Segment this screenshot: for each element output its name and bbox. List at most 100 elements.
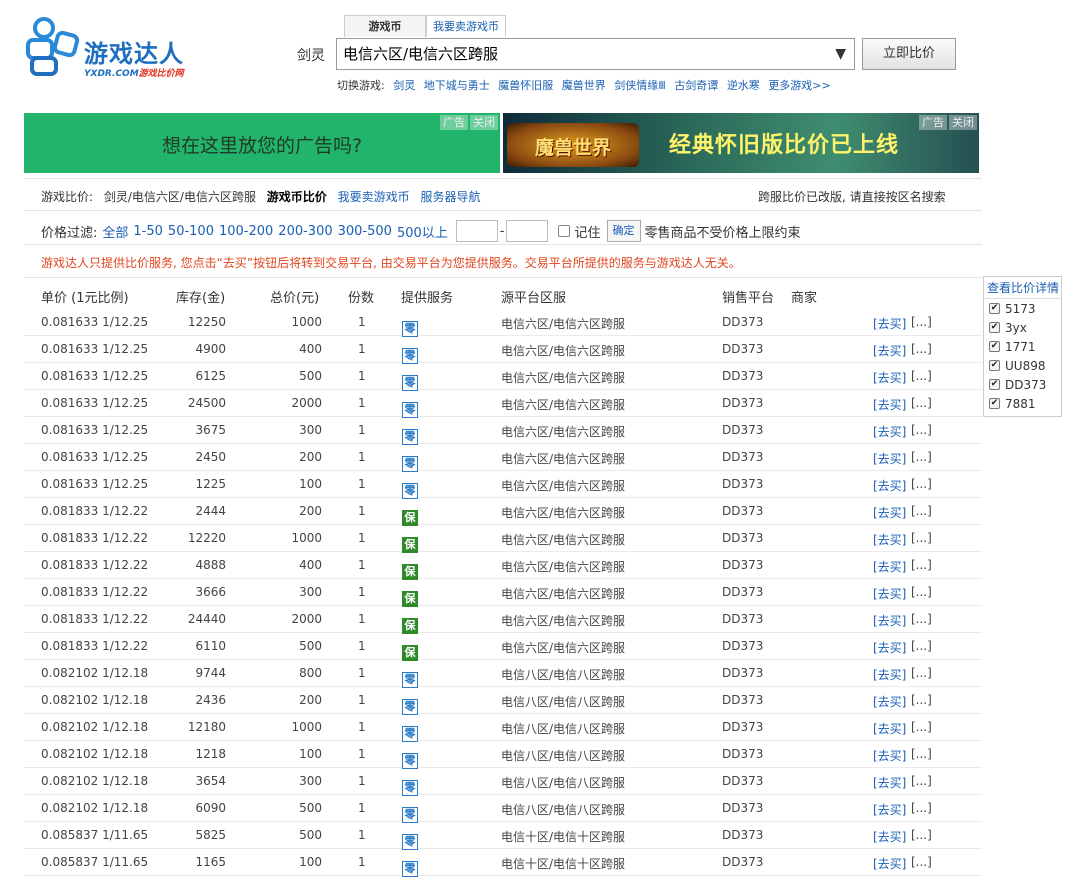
retail-badge-icon: 零 [402,321,418,337]
table-row: 0.081633 1/12.251225010001商零电信六区/电信六区跨服D… [24,309,982,337]
platform-filter-item[interactable]: ✔ 5173 [984,299,1061,318]
cell-platform: DD373 [722,396,764,410]
more-link[interactable]: [...] [911,396,932,410]
buy-link[interactable]: [去买] [873,639,906,656]
ad-close-button[interactable]: 关闭 [949,115,977,130]
more-link[interactable]: [...] [911,720,932,734]
platform-checkbox[interactable]: ✔ [989,398,1000,409]
more-link[interactable]: [...] [911,801,932,815]
buy-link[interactable]: [去买] [873,720,906,737]
more-link[interactable]: [...] [911,315,932,329]
more-link[interactable]: [...] [911,423,932,437]
platform-checkbox[interactable]: ✔ [989,360,1000,371]
compare-now-button[interactable]: 立即比价 [862,38,956,70]
ad-banner-right[interactable]: 魔兽世界 经典怀旧版比价已上线 广告 关闭 [503,113,979,173]
more-link[interactable]: [...] [911,369,932,383]
platform-filter-item[interactable]: ✔ 1771 [984,337,1061,356]
filter-option[interactable]: 200-300 [278,224,332,239]
cell-total: 100 [299,747,322,761]
cell-qty: 1 [358,342,366,356]
tab-sell-currency[interactable]: 我要卖游戏币 [426,15,506,37]
game-link[interactable]: 古剑奇谭 [674,79,718,92]
max-price-input[interactable] [506,220,549,242]
table-row: 0.081633 1/12.2561255001商零电信六区/电信六区跨服DD3… [24,363,982,391]
more-link[interactable]: [...] [911,747,932,761]
more-games-link[interactable]: 更多游戏>> [768,79,830,92]
filter-option[interactable]: 50-100 [168,224,214,239]
min-price-input[interactable] [455,220,498,242]
filter-option[interactable]: 500以上 [397,222,448,241]
platform-checkbox[interactable]: ✔ [989,379,1000,390]
server-nav-link[interactable]: 服务器导航 [420,190,480,204]
more-link[interactable]: [...] [911,693,932,707]
sell-currency-link[interactable]: 我要卖游戏币 [338,190,410,204]
col-total[interactable]: 总价(元) [270,287,319,306]
platform-filter-item[interactable]: ✔ UU898 [984,356,1061,375]
ad-close-button[interactable]: 关闭 [470,115,498,130]
platform-filter-item[interactable]: ✔ 7881 [984,394,1061,413]
filter-option[interactable]: 300-500 [338,224,392,239]
more-link[interactable]: [...] [911,774,932,788]
table-row: 0.081833 1/12.22 4888 400 1 保电信六区/电信六区跨服 DD37… [24,552,982,580]
game-link[interactable]: 魔兽世界 [562,79,606,92]
view-details-link[interactable]: 查看比价详情 [984,277,1061,299]
more-link[interactable]: [...] [911,855,932,869]
game-link[interactable]: 剑侠情缘Ⅲ [614,79,666,92]
col-price[interactable]: 单价 (1元比例) [41,287,129,306]
col-stock[interactable]: 库存(金) [176,287,225,306]
more-link[interactable]: [...] [911,828,932,842]
filter-label: 价格过滤: [41,225,98,241]
more-link[interactable]: [...] [911,585,932,599]
buy-link[interactable]: [去买] [873,504,906,521]
buy-link[interactable]: [去买] [873,531,906,548]
more-link[interactable]: [...] [911,639,932,653]
buy-link[interactable]: [去买] [873,612,906,629]
more-link[interactable]: [...] [911,450,932,464]
tab-game-currency[interactable]: 游戏币 [344,15,426,37]
more-link[interactable]: [...] [911,504,932,518]
more-link[interactable]: [...] [911,531,932,545]
buy-link[interactable]: [去买] [873,558,906,575]
more-link[interactable]: [...] [911,558,932,572]
remember-checkbox[interactable] [558,225,571,237]
more-link[interactable]: [...] [911,477,932,491]
buy-link[interactable]: [去买] [873,369,906,386]
platform-checkbox[interactable]: ✔ [989,341,1000,352]
buy-link[interactable]: [去买] [873,315,906,332]
buy-link[interactable]: [去买] [873,342,906,359]
ad-banner-left[interactable]: 想在这里放您的广告吗? 广告 关闭 [24,113,500,173]
buy-link[interactable]: [去买] [873,747,906,764]
buy-link[interactable]: [去买] [873,396,906,413]
cell-total: 500 [299,639,322,653]
platform-label: DD373 [1005,377,1047,392]
buy-link[interactable]: [去买] [873,585,906,602]
filter-confirm-button[interactable]: 确定 [606,220,641,242]
buy-link[interactable]: [去买] [873,450,906,467]
platform-checkbox[interactable]: ✔ [989,322,1000,333]
cell-source-server: 电信八区/电信八区跨服 [501,695,626,709]
game-link[interactable]: 地下城与勇士 [424,79,490,92]
buy-link[interactable]: [去买] [873,774,906,791]
buy-link[interactable]: [去买] [873,666,906,683]
buy-link[interactable]: [去买] [873,828,906,845]
more-link[interactable]: [...] [911,342,932,356]
platform-filter-item[interactable]: ✔ 3yx [984,318,1061,337]
game-link[interactable]: 剑灵 [393,79,415,92]
buy-link[interactable]: [去买] [873,855,906,872]
game-link[interactable]: 逆水寒 [727,79,760,92]
more-link[interactable]: [...] [911,666,932,680]
platform-checkbox[interactable]: ✔ [989,303,1000,314]
platform-filter-item[interactable]: ✔ DD373 [984,375,1061,394]
filter-option[interactable]: 100-200 [219,224,273,239]
buy-link[interactable]: [去买] [873,423,906,440]
breadcrumb-path[interactable]: 剑灵/电信六区/电信六区跨服 [104,190,256,204]
site-logo[interactable]: 游戏达人 YXDR.COM游戏比价网 [24,16,194,79]
buy-link[interactable]: [去买] [873,801,906,818]
buy-link[interactable]: [去买] [873,477,906,494]
game-link[interactable]: 魔兽怀旧服 [498,79,553,92]
filter-option[interactable]: 全部 [102,222,128,241]
server-select[interactable]: 电信六区/电信六区跨服 ▼ [336,38,855,70]
filter-option[interactable]: 1-50 [133,224,163,239]
buy-link[interactable]: [去买] [873,693,906,710]
more-link[interactable]: [...] [911,612,932,626]
